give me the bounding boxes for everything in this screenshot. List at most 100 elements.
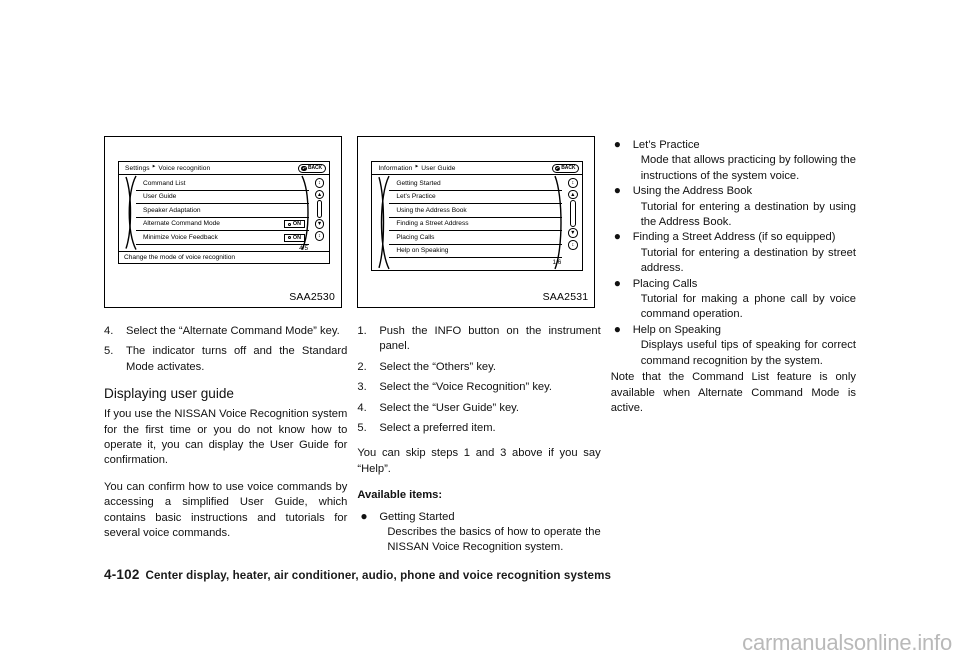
step-text: Select the “Voice Recognition” key. bbox=[379, 381, 553, 394]
screen-scroll-controls[interactable]: ↕ ▲ ▼ ↕ bbox=[565, 177, 581, 251]
menu-item-label: Alternate Command Mode bbox=[143, 220, 220, 228]
bullet-description: Describes the basics of how to operate t… bbox=[387, 526, 601, 554]
step-number: 1. bbox=[357, 325, 367, 337]
screen-title-bar: Information ▸ User Guide ↶ BACK bbox=[372, 162, 583, 175]
screen-scroll-controls[interactable]: ↕ ▲ ▼ ↕ bbox=[312, 177, 328, 242]
bullet-description: Tutorial for entering a destination by s… bbox=[640, 246, 856, 275]
step-text: Push the INFO button on the instrument p… bbox=[379, 325, 601, 353]
left-column-text: 4. Select the “Alternate Command Mode” k… bbox=[104, 324, 347, 541]
scroll-top-icon[interactable]: ↕ bbox=[314, 178, 325, 188]
menu-item-getting-started[interactable]: Getting Started bbox=[389, 177, 563, 191]
menu-item-label: Getting Started bbox=[396, 179, 441, 187]
bullet-title: Getting Started bbox=[379, 510, 455, 523]
bullet-title: Finding a Street Address (if so equipped… bbox=[632, 231, 836, 244]
step-number: 5. bbox=[357, 422, 367, 435]
menu-item-user-guide[interactable]: User Guide bbox=[136, 191, 309, 204]
paragraph-command-list-note: Note that the Command List feature is on… bbox=[610, 371, 856, 414]
bullet-item: ● Placing Calls Tutorial for making a ph… bbox=[611, 276, 856, 323]
middle-column: Information ▸ User Guide ↶ BACK Getting … bbox=[357, 136, 601, 556]
bullet-item: ● Using the Address Book Tutorial for en… bbox=[611, 183, 856, 230]
menu-item-label: Finding a Street Address bbox=[396, 220, 469, 228]
scroll-top-icon[interactable]: ↕ bbox=[568, 178, 578, 188]
bullet-title: Help on Speaking bbox=[632, 323, 722, 336]
screen-menu-list: Getting Started Let's Practice Using the… bbox=[389, 177, 563, 258]
toggle-state-label: ON bbox=[292, 221, 301, 228]
scroll-bottom-icon[interactable]: ↕ bbox=[568, 240, 578, 250]
toggle-indicator-icon bbox=[287, 236, 291, 240]
step-number: 4. bbox=[357, 401, 367, 414]
breadcrumb-root: Settings bbox=[125, 164, 150, 172]
paragraph: You can confirm how to use voice command… bbox=[104, 480, 348, 540]
scroll-up-icon[interactable]: ▲ bbox=[314, 189, 325, 200]
menu-item-lets-practice[interactable]: Let's Practice bbox=[389, 191, 563, 204]
back-button-label: BACK bbox=[307, 165, 322, 172]
footer-chapter-title: Center display, heater, air conditioner,… bbox=[145, 569, 612, 582]
left-steps-list: 4. Select the “Alternate Command Mode” k… bbox=[104, 324, 347, 375]
section-heading-displaying-user-guide: Displaying user guide bbox=[104, 386, 234, 402]
step-text: The indicator turns off and the Standard… bbox=[126, 345, 348, 373]
middle-steps-list: 1. Push the INFO button on the instrumen… bbox=[357, 324, 600, 436]
scroll-down-icon[interactable]: ▼ bbox=[568, 228, 578, 238]
bullet-item: ● Finding a Street Address (if so equipp… bbox=[611, 229, 856, 276]
menu-item-placing-calls[interactable]: Placing Calls bbox=[389, 231, 563, 245]
page-indicator: 1/6 bbox=[552, 259, 562, 266]
toggle-indicator-icon bbox=[287, 222, 291, 226]
scroll-bottom-icon[interactable]: ↕ bbox=[314, 231, 325, 241]
head-unit-screen-voice-recognition: Settings ▸ Voice recognition ↶ BACK Comm… bbox=[118, 161, 330, 264]
step-item: 2. Select the “Others” key. bbox=[357, 360, 600, 375]
step-item: 3. Select the “Voice Recognition” key. bbox=[357, 380, 600, 395]
figure-saa2530: Settings ▸ Voice recognition ↶ BACK Comm… bbox=[104, 136, 342, 308]
right-column: ● Let’s Practice Mode that allows practi… bbox=[611, 136, 856, 556]
step-number: 4. bbox=[104, 325, 114, 337]
bullet-dot-icon: ● bbox=[613, 183, 621, 198]
screen-title-bar: Settings ▸ Voice recognition ↶ BACK bbox=[119, 162, 329, 175]
menu-item-alternate-command-mode[interactable]: Alternate Command Mode ON bbox=[136, 218, 309, 231]
right-column-text: ● Let’s Practice Mode that allows practi… bbox=[610, 137, 856, 416]
bullet-item: ● Let’s Practice Mode that allows practi… bbox=[611, 137, 856, 184]
screen-list-body: Getting Started Let's Practice Using the… bbox=[372, 175, 582, 270]
breadcrumb-separator-icon: ▸ bbox=[152, 163, 156, 170]
menu-item-label: Using the Address Book bbox=[396, 206, 467, 214]
menu-item-label: Minimize Voice Feedback bbox=[143, 233, 218, 241]
breadcrumb-separator-icon: ▸ bbox=[415, 163, 419, 170]
back-button[interactable]: ↶ BACK bbox=[298, 164, 326, 173]
menu-item-help-on-speaking[interactable]: Help on Speaking bbox=[389, 245, 563, 258]
menu-item-speaker-adaptation[interactable]: Speaker Adaptation bbox=[136, 204, 309, 218]
scroll-down-icon[interactable]: ▼ bbox=[314, 219, 325, 229]
back-button[interactable]: ↶ BACK bbox=[551, 164, 580, 173]
bullet-description: Tutorial for entering a destination by u… bbox=[640, 200, 856, 229]
page-footer: 4-102 Center display, heater, air condit… bbox=[104, 567, 864, 582]
step-text: Select the “Others” key. bbox=[379, 360, 497, 373]
page-indicator: 4/5 bbox=[299, 245, 308, 251]
middle-bullet-list: ● Getting Started Describes the basics o… bbox=[357, 509, 601, 556]
menu-item-finding-a-street-address[interactable]: Finding a Street Address bbox=[389, 218, 563, 231]
figure-code: SAA2531 bbox=[542, 291, 589, 303]
scrollbar-track[interactable] bbox=[570, 200, 576, 228]
menu-item-label: Placing Calls bbox=[396, 233, 435, 241]
step-number: 2. bbox=[357, 360, 367, 373]
screen-menu-list: Command List User Guide Speaker Adaptati… bbox=[136, 177, 309, 245]
menu-item-using-the-address-book[interactable]: Using the Address Book bbox=[389, 204, 563, 218]
bullet-description: Displays useful tips of speaking for cor… bbox=[640, 339, 856, 367]
menu-item-label: Speaker Adaptation bbox=[143, 206, 201, 214]
step-item: 5. The indicator turns off and the Stand… bbox=[104, 344, 347, 375]
scrollbar-track[interactable] bbox=[316, 200, 323, 219]
menu-item-label: Help on Speaking bbox=[396, 247, 449, 255]
minimize-voice-feedback-toggle[interactable]: ON bbox=[283, 233, 305, 242]
step-text: Select a preferred item. bbox=[379, 422, 496, 435]
menu-item-label: Let's Practice bbox=[396, 193, 436, 201]
figure-code: SAA2530 bbox=[289, 291, 335, 303]
available-items-heading: Available items: bbox=[357, 489, 443, 502]
toggle-state-label: ON bbox=[292, 234, 301, 241]
paragraph-help-note: You can skip steps 1 and 3 above if you … bbox=[357, 447, 601, 475]
scroll-up-icon[interactable]: ▲ bbox=[568, 189, 578, 200]
alternate-command-mode-toggle[interactable]: ON bbox=[283, 220, 305, 229]
bullet-description: Tutorial for making a phone call by voic… bbox=[640, 293, 856, 321]
bullet-dot-icon: ● bbox=[613, 137, 621, 151]
menu-item-minimize-voice-feedback[interactable]: Minimize Voice Feedback ON bbox=[136, 231, 309, 245]
step-number: 5. bbox=[104, 345, 114, 358]
bullet-dot-icon: ● bbox=[613, 321, 621, 336]
menu-item-command-list[interactable]: Command List bbox=[136, 177, 309, 191]
screen-status-bar: Change the mode of voice recognition bbox=[119, 250, 329, 263]
bullet-title: Using the Address Book bbox=[632, 185, 753, 198]
